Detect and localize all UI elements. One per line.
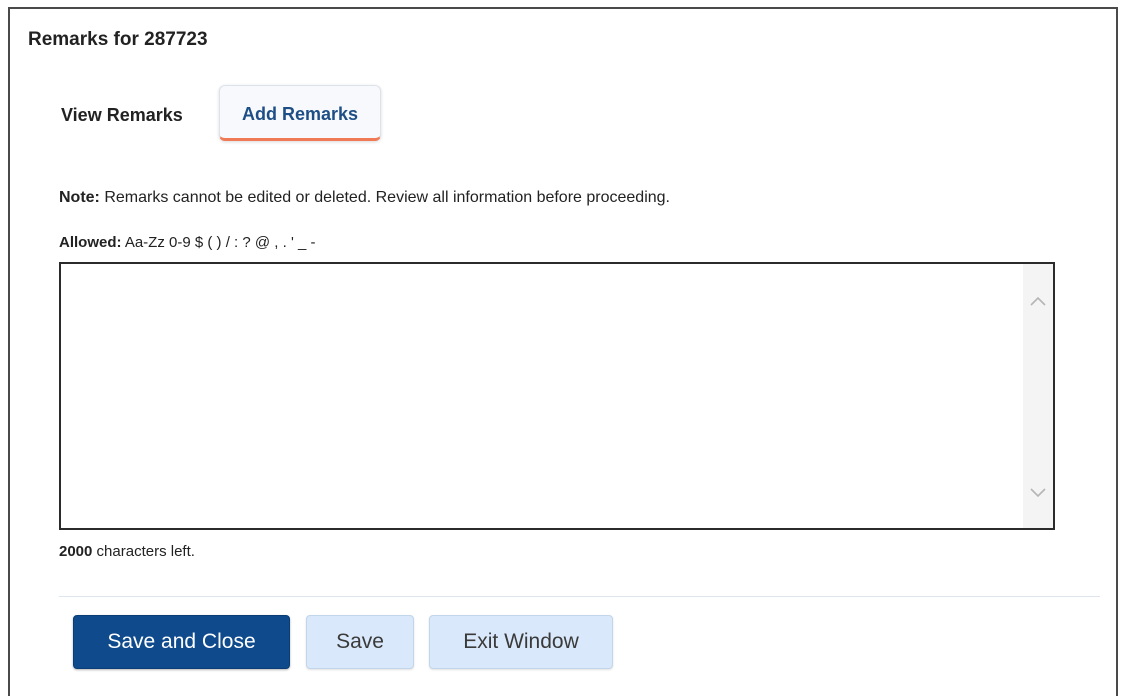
tab-view-remarks[interactable]: View Remarks (61, 105, 183, 126)
save-and-close-button[interactable]: Save and Close (73, 615, 290, 669)
remarks-textarea-container (59, 262, 1055, 530)
allowed-body: Aa-Zz 0-9 $ ( ) / : ? @ , . ' _ - (121, 234, 316, 251)
note-body: Remarks cannot be edited or deleted. Rev… (99, 189, 670, 206)
remarks-textarea[interactable] (61, 264, 1023, 528)
save-button[interactable]: Save (306, 615, 414, 669)
remarks-window: Remarks for 287723 View Remarks Add Rema… (8, 7, 1118, 696)
window-title: Remarks for 287723 (28, 29, 208, 50)
note-text: Note: Remarks cannot be edited or delete… (59, 189, 670, 207)
note-label: Note: (59, 189, 100, 206)
chevron-up-icon[interactable] (1023, 286, 1053, 316)
characters-left-count: 2000 (59, 543, 93, 560)
textarea-scrollbar[interactable] (1023, 264, 1053, 528)
allowed-label: Allowed: (59, 234, 122, 251)
characters-left-text: characters left. (92, 543, 195, 560)
exit-window-button[interactable]: Exit Window (429, 615, 613, 669)
chevron-down-icon[interactable] (1023, 478, 1053, 508)
tab-add-remarks[interactable]: Add Remarks (219, 85, 381, 141)
allowed-characters: Allowed: Aa-Zz 0-9 $ ( ) / : ? @ , . ' _… (59, 234, 315, 251)
footer-divider (59, 596, 1100, 597)
characters-left-counter: 2000 characters left. (59, 543, 195, 560)
